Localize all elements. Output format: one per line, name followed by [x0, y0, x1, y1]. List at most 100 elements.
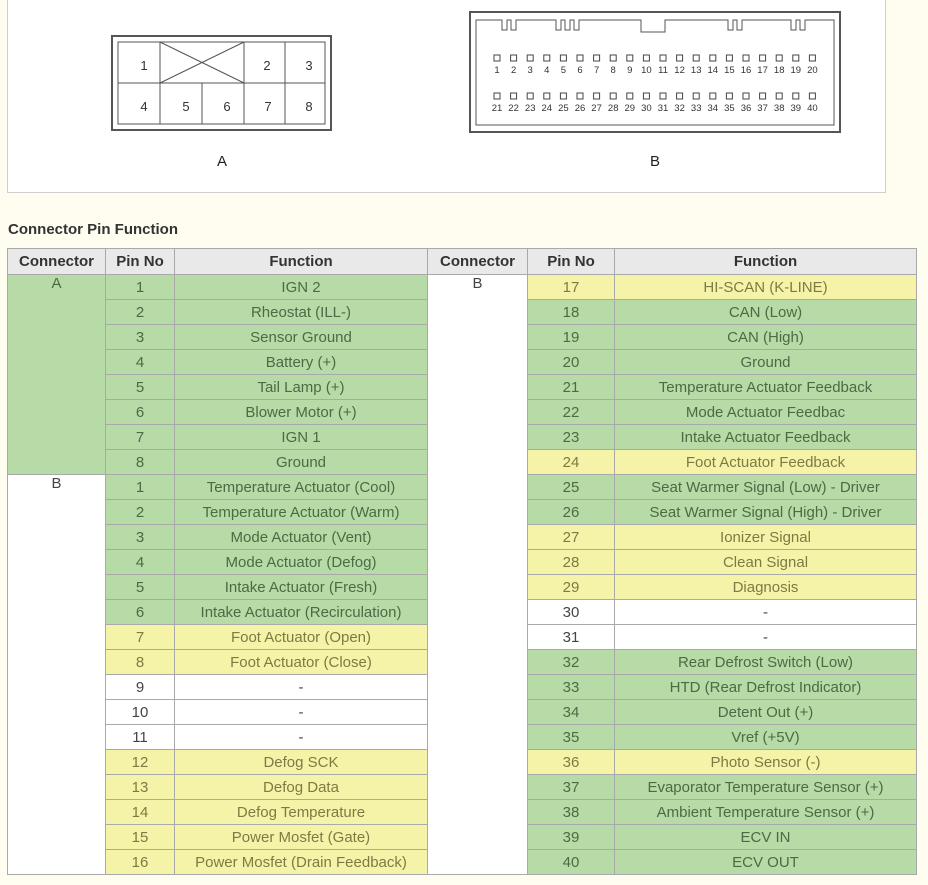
connector-b-pin-socket — [792, 92, 800, 100]
connector-b-pin-label: 22 — [508, 103, 519, 114]
connector-b-pin-label: 39 — [791, 103, 802, 114]
connector-a-pin-label: 4 — [140, 99, 147, 114]
pin-number-cell: 34 — [527, 699, 615, 725]
connector-b-pin-socket — [709, 92, 717, 100]
pin-number-cell: 13 — [105, 774, 175, 800]
function-cell: Foot Actuator (Close) — [174, 649, 428, 675]
function-cell: Rheostat (ILL-) — [174, 299, 428, 325]
connector-b-pin-label: 8 — [611, 65, 616, 76]
connector-a-pin-label: 3 — [305, 58, 312, 73]
connector-b-pin-label: 38 — [774, 103, 785, 114]
connector-cell: B — [7, 474, 106, 875]
pin-number-cell: 35 — [527, 724, 615, 750]
function-cell: Detent Out (+) — [614, 699, 917, 725]
pin-number-cell: 7 — [105, 624, 175, 650]
connector-b-pin-label: 23 — [525, 103, 536, 114]
function-cell: Seat Warmer Signal (Low) - Driver — [614, 474, 917, 500]
connector-b-pin-label: 7 — [594, 65, 599, 76]
connector-a-drawing — [111, 35, 332, 131]
connector-b-pin-label: 33 — [691, 103, 702, 114]
connector-b-pin-label: 14 — [708, 65, 719, 76]
connector-b-pin-label: 3 — [528, 65, 533, 76]
connector-b-pin-label: 20 — [807, 65, 818, 76]
connector-b-pin-label: 29 — [625, 103, 636, 114]
connector-b-pin-label: 18 — [774, 65, 785, 76]
function-cell: Tail Lamp (+) — [174, 374, 428, 400]
connector-b-pin-label: 19 — [791, 65, 802, 76]
connector-b-pin-label: 2 — [511, 65, 516, 76]
pin-number-cell: 10 — [105, 699, 175, 725]
function-cell: - — [174, 699, 428, 725]
function-cell: Intake Actuator Feedback — [614, 424, 917, 450]
function-cell: - — [174, 724, 428, 750]
connector-b-pin-socket — [692, 92, 700, 100]
function-cell: Diagnosis — [614, 574, 917, 600]
pin-number-cell: 9 — [105, 674, 175, 700]
connector-diagram-panel: 12345678 A 1 2 3 4 5 6 7 8 9 10 11 12 13 14 15 16 17 18 19… — [7, 0, 886, 193]
connector-b-pin-label: 9 — [627, 65, 632, 76]
connector-a-pin-label: 2 — [263, 58, 270, 73]
pin-number-cell: 17 — [527, 274, 615, 300]
pin-number-cell: 7 — [105, 424, 175, 450]
connector-b-pin-label: 24 — [542, 103, 553, 114]
pin-number-cell: 38 — [527, 799, 615, 825]
pin-number-cell: 8 — [105, 449, 175, 475]
connector-b-pin-socket — [510, 54, 518, 62]
pin-number-cell: 4 — [105, 549, 175, 575]
function-cell: Defog Temperature — [174, 799, 428, 825]
function-cell: Ambient Temperature Sensor (+) — [614, 799, 917, 825]
connector-b-caption: B — [650, 153, 660, 170]
function-cell: Power Mosfet (Gate) — [174, 824, 428, 850]
connector-b-pin-socket — [642, 54, 650, 62]
pin-function-table: Connector Pin No Function Connector Pin … — [7, 248, 917, 875]
pin-number-cell: 6 — [105, 599, 175, 625]
function-cell: IGN 1 — [174, 424, 428, 450]
function-cell: Ionizer Signal — [614, 524, 917, 550]
header-pin-no: Pin No — [527, 248, 615, 275]
function-cell: ECV OUT — [614, 849, 917, 875]
function-cell: Temperature Actuator Feedback — [614, 374, 917, 400]
connector-cell: A — [7, 274, 106, 475]
function-cell: Temperature Actuator (Warm) — [174, 499, 428, 525]
pin-number-cell: 6 — [105, 399, 175, 425]
connector-b-pin-socket — [725, 54, 733, 62]
connector-b-pin-label: 11 — [658, 65, 668, 76]
function-cell: - — [614, 599, 917, 625]
pin-number-cell: 12 — [105, 749, 175, 775]
connector-b-pin-label: 10 — [641, 65, 652, 76]
header-pin-no: Pin No — [105, 248, 175, 275]
function-cell: Mode Actuator Feedbac — [614, 399, 917, 425]
connector-b-pin-label: 35 — [724, 103, 735, 114]
connector-b-pin-socket — [742, 92, 750, 100]
pin-number-cell: 37 — [527, 774, 615, 800]
function-cell: Sensor Ground — [174, 324, 428, 350]
connector-b-pin-label: 26 — [575, 103, 586, 114]
pin-number-cell: 5 — [105, 374, 175, 400]
connector-b-pin-socket — [808, 54, 816, 62]
function-cell: Rear Defrost Switch (Low) — [614, 649, 917, 675]
pin-number-cell: 4 — [105, 349, 175, 375]
connector-b-pin-socket — [792, 54, 800, 62]
connector-b-pin-socket — [543, 92, 551, 100]
connector-b-pin-socket — [593, 92, 601, 100]
connector-b-pin-label: 17 — [757, 65, 768, 76]
section-title: Connector Pin Function — [8, 221, 178, 238]
pin-number-cell: 18 — [527, 299, 615, 325]
connector-b-pin-socket — [759, 54, 767, 62]
connector-b-pin-socket — [725, 92, 733, 100]
pin-number-cell: 15 — [105, 824, 175, 850]
connector-b-pin-socket — [526, 92, 534, 100]
connector-b-pin-label: 30 — [641, 103, 652, 114]
pin-number-cell: 2 — [105, 299, 175, 325]
connector-b-pin-label: 1 — [494, 65, 499, 76]
pin-number-cell: 22 — [527, 399, 615, 425]
pin-number-cell: 32 — [527, 649, 615, 675]
pin-number-cell: 3 — [105, 324, 175, 350]
connector-b-pin-label: 34 — [708, 103, 719, 114]
function-cell: Blower Motor (+) — [174, 399, 428, 425]
connector-b-pin-label: 6 — [577, 65, 582, 76]
connector-a-pin-label: 5 — [182, 99, 189, 114]
pin-number-cell: 8 — [105, 649, 175, 675]
pin-number-cell: 20 — [527, 349, 615, 375]
pin-number-cell: 25 — [527, 474, 615, 500]
